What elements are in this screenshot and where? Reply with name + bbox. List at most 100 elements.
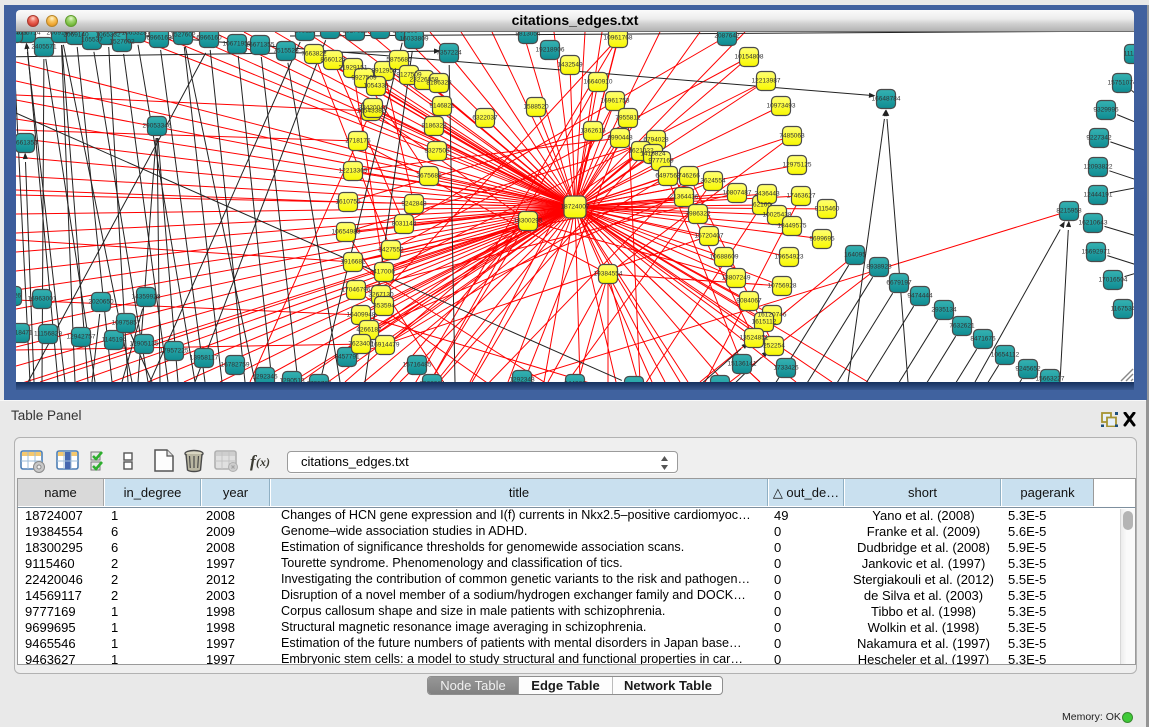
svg-text:1432549: 1432549 bbox=[557, 62, 583, 69]
svg-text:1065328: 1065328 bbox=[317, 32, 343, 33]
svg-text:6794028: 6794028 bbox=[643, 137, 669, 144]
svg-text:10807487: 10807487 bbox=[723, 190, 752, 197]
svg-text:1167534: 1167534 bbox=[1111, 306, 1134, 313]
svg-text:353594: 353594 bbox=[373, 303, 395, 310]
svg-text:(x): (x) bbox=[256, 455, 270, 469]
svg-text:7357224: 7357224 bbox=[436, 50, 462, 57]
svg-text:4266187: 4266187 bbox=[356, 327, 382, 334]
svg-text:10973493: 10973493 bbox=[767, 103, 796, 110]
svg-text:1362615: 1362615 bbox=[580, 128, 606, 135]
svg-text:8186328: 8186328 bbox=[421, 123, 447, 130]
svg-text:1527602: 1527602 bbox=[109, 39, 135, 46]
svg-text:8990448: 8990448 bbox=[607, 135, 633, 142]
svg-text:10961768: 10961768 bbox=[604, 35, 633, 42]
svg-text:9115460: 9115460 bbox=[815, 206, 840, 213]
svg-text:3624554: 3624554 bbox=[700, 178, 726, 185]
svg-text:9227342: 9227342 bbox=[1086, 135, 1112, 142]
svg-text:164095: 164095 bbox=[844, 252, 866, 259]
svg-text:9242848: 9242848 bbox=[401, 201, 427, 208]
svg-text:17463627: 17463627 bbox=[787, 193, 816, 200]
svg-text:9457791: 9457791 bbox=[334, 354, 360, 361]
svg-text:8427552: 8427552 bbox=[378, 247, 404, 254]
svg-text:19384554: 19384554 bbox=[594, 271, 623, 278]
svg-text:15751074: 15751074 bbox=[1108, 80, 1134, 87]
svg-text:7632621: 7632621 bbox=[949, 323, 975, 330]
svg-text:252254: 252254 bbox=[763, 343, 785, 350]
svg-text:16963001: 16963001 bbox=[28, 296, 57, 303]
svg-text:1615112: 1615112 bbox=[752, 319, 777, 326]
svg-text:1527612: 1527612 bbox=[342, 32, 368, 35]
svg-text:17957225: 17957225 bbox=[160, 348, 189, 355]
svg-text:12905135: 12905135 bbox=[130, 341, 159, 348]
svg-text:11156829: 11156829 bbox=[34, 331, 62, 338]
svg-text:7485063: 7485063 bbox=[779, 133, 805, 140]
svg-text:9084067: 9084067 bbox=[736, 298, 762, 305]
svg-text:1527602: 1527602 bbox=[170, 32, 196, 39]
svg-text:3912954: 3912954 bbox=[371, 68, 397, 75]
svg-text:10756928: 10756928 bbox=[768, 283, 797, 290]
svg-text:9777169: 9777169 bbox=[648, 158, 674, 165]
svg-text:16210643: 16210643 bbox=[1079, 220, 1108, 227]
svg-text:21929151: 21929151 bbox=[339, 65, 368, 72]
svg-text:9329996: 9329996 bbox=[1093, 107, 1119, 114]
svg-text:13524851: 13524851 bbox=[740, 335, 769, 342]
svg-text:1916682: 1916682 bbox=[340, 259, 366, 266]
svg-text:9327505: 9327505 bbox=[424, 148, 450, 155]
svg-text:29053346: 29053346 bbox=[143, 123, 172, 130]
svg-text:1067195: 1067195 bbox=[392, 32, 418, 35]
svg-text:16782759: 16782759 bbox=[221, 362, 250, 369]
svg-text:10654983: 10654983 bbox=[332, 229, 361, 236]
svg-text:9474444: 9474444 bbox=[907, 293, 933, 300]
svg-text:20221979: 20221979 bbox=[16, 32, 28, 37]
svg-text:10025438: 10025438 bbox=[763, 212, 792, 219]
svg-text:2087642: 2087642 bbox=[714, 33, 740, 40]
svg-text:17016504: 17016504 bbox=[1099, 277, 1128, 284]
svg-text:12213987: 12213987 bbox=[752, 78, 781, 85]
svg-text:6966160: 6966160 bbox=[196, 35, 222, 42]
svg-text:417006: 417006 bbox=[373, 269, 395, 276]
svg-text:2718176: 2718176 bbox=[345, 138, 371, 145]
svg-text:18300295: 18300295 bbox=[514, 218, 543, 225]
svg-text:8186328: 8186328 bbox=[426, 80, 452, 87]
svg-text:3267130: 3267130 bbox=[368, 292, 394, 299]
svg-text:10654112: 10654112 bbox=[991, 352, 1020, 359]
svg-text:8938923: 8938923 bbox=[866, 264, 892, 271]
svg-text:15716485: 15716485 bbox=[403, 362, 432, 369]
svg-text:1054338: 1054338 bbox=[363, 83, 389, 90]
svg-text:16640910: 16640910 bbox=[584, 79, 613, 86]
svg-text:8031144: 8031144 bbox=[392, 221, 417, 228]
svg-text:1588520: 1588520 bbox=[523, 104, 549, 111]
svg-text:9245652: 9245652 bbox=[1015, 366, 1041, 373]
svg-text:62160: 62160 bbox=[753, 202, 771, 209]
svg-text:18807249: 18807249 bbox=[722, 275, 751, 282]
svg-text:9146821: 9146821 bbox=[429, 103, 455, 110]
svg-text:12213369: 12213369 bbox=[339, 168, 368, 175]
svg-text:2405571: 2405571 bbox=[31, 44, 57, 51]
svg-text:16409948: 16409948 bbox=[347, 312, 376, 319]
svg-text:3675685: 3675685 bbox=[416, 173, 442, 180]
svg-text:696616: 696616 bbox=[369, 32, 391, 33]
svg-text:9927509: 9927509 bbox=[351, 75, 377, 82]
svg-text:13449575: 13449575 bbox=[778, 223, 807, 230]
svg-text:1733426: 1733426 bbox=[773, 365, 799, 372]
svg-text:2436443: 2436443 bbox=[754, 191, 780, 198]
svg-text:19654923: 19654923 bbox=[775, 254, 804, 261]
svg-text:15720407: 15720407 bbox=[695, 233, 724, 240]
svg-text:1145194: 1145194 bbox=[102, 337, 127, 344]
svg-text:18724007: 18724007 bbox=[561, 204, 590, 211]
svg-text:9699695: 9699695 bbox=[809, 236, 835, 243]
svg-text:8215958: 8215958 bbox=[1056, 208, 1082, 215]
svg-text:14359928: 14359928 bbox=[132, 294, 161, 301]
svg-text:10688609: 10688609 bbox=[710, 254, 739, 261]
svg-text:15136141: 15136141 bbox=[728, 361, 757, 368]
svg-text:12444191: 12444191 bbox=[1084, 192, 1113, 199]
svg-text:12942757: 12942757 bbox=[67, 334, 96, 341]
svg-text:23420046: 23420046 bbox=[359, 105, 388, 112]
svg-text:16033809: 16033809 bbox=[400, 36, 429, 43]
svg-text:8660124: 8660124 bbox=[320, 57, 346, 64]
svg-text:3918471: 3918471 bbox=[16, 330, 33, 337]
svg-text:6679197: 6679197 bbox=[886, 280, 912, 287]
svg-text:7986322: 7986322 bbox=[685, 211, 711, 218]
svg-text:26526: 26526 bbox=[16, 293, 21, 300]
svg-text:12975125: 12975125 bbox=[783, 162, 812, 169]
